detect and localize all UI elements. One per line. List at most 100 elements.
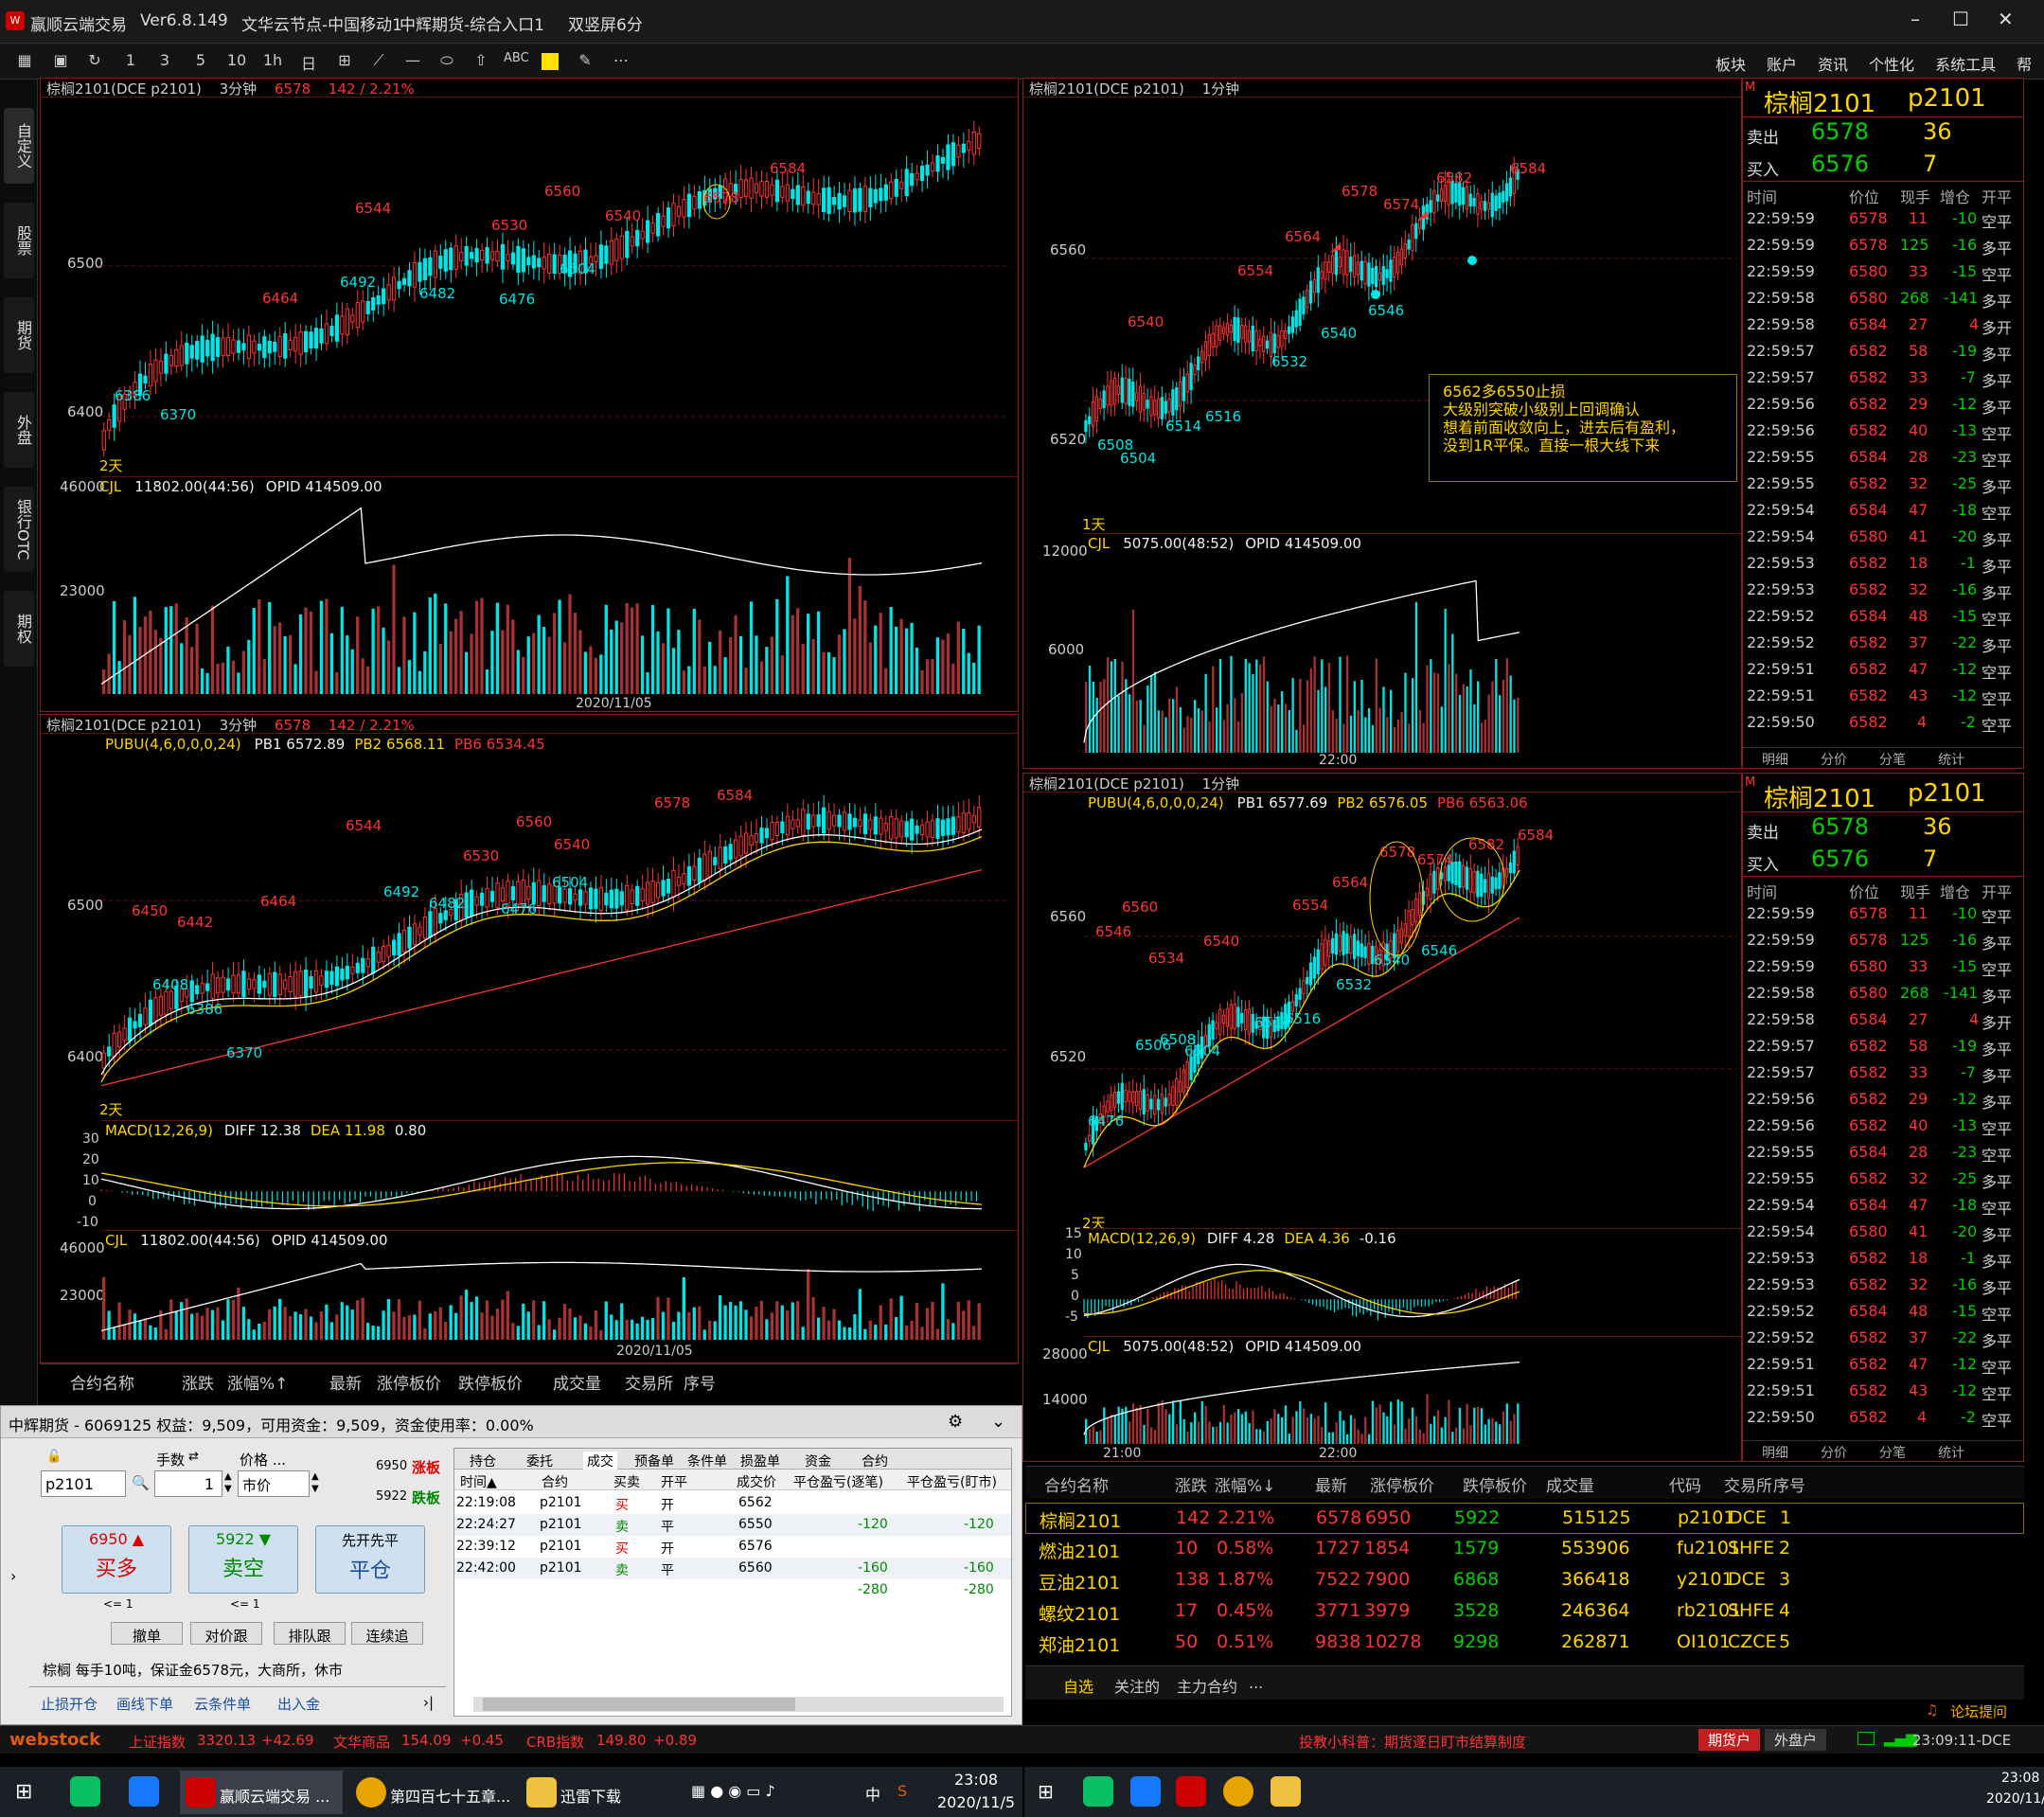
period-5-button[interactable]: 5 (189, 51, 212, 72)
index2-name[interactable]: 文华商品 (333, 1732, 390, 1752)
chart-bottom-left[interactable]: 棕榈2101(DCE p2101) 3分钟 6578 142 / 2.21% P… (40, 714, 1019, 1363)
lots-input[interactable]: 1 (154, 1470, 222, 1497)
quote-tab[interactable]: 分价 (1821, 1443, 1847, 1462)
tab-main-contracts[interactable]: 主力合约 (1177, 1674, 1237, 1697)
side-tab-stocks[interactable]: 股票 (4, 203, 34, 278)
minimize-icon[interactable]: – (1911, 8, 1920, 30)
wl-col-header[interactable]: 交易所 (1724, 1472, 1772, 1496)
watchlist-row[interactable]: 豆油2101 138 1.87% 7522 7900 6868 366418 y2101 DCE… (1025, 1565, 2024, 1596)
quote-tab[interactable]: 明细 (1762, 1443, 1788, 1462)
trade-col-header[interactable]: 时间▲ (460, 1472, 497, 1491)
transfer-link[interactable]: 出入金 (277, 1694, 320, 1714)
taskbar-app-wenhua[interactable]: 赢顺云端交易 ... (180, 1771, 343, 1814)
chart-top-left[interactable]: 棕榈2101(DCE p2101) 3分钟 6578 142 / 2.21% 6… (40, 78, 1019, 712)
trade-col-header[interactable]: 成交价 (737, 1472, 776, 1491)
trade-col-header[interactable]: 平仓盈亏(逐笔) (793, 1472, 883, 1491)
trade-col-header[interactable]: 合约 (542, 1472, 568, 1491)
taskbar-app-chrome[interactable]: 第四百七十五章... (350, 1771, 513, 1814)
expand-icon[interactable]: › (10, 1567, 16, 1585)
hline-icon[interactable]: — (401, 51, 424, 72)
trade-row[interactable]: -280 -280 (454, 1579, 1011, 1601)
trade-col-header[interactable]: 开平 (661, 1472, 687, 1491)
close-icon[interactable]: ✕ (1998, 8, 2014, 30)
maximize-icon[interactable]: ☐ (1952, 8, 1969, 30)
period-1-button[interactable]: 1 (119, 51, 142, 72)
chart-period[interactable]: 3分钟 (220, 80, 258, 98)
k-app-icon[interactable] (1130, 1776, 1161, 1807)
color-icon[interactable] (542, 53, 559, 70)
price-type-input[interactable]: 市价 (238, 1470, 310, 1497)
col-limit-up[interactable]: 涨停板价 (377, 1370, 441, 1394)
save-icon[interactable]: ▣ (49, 51, 72, 72)
col-index[interactable]: 序号 (684, 1370, 716, 1394)
eraser-icon[interactable]: ✎ (574, 51, 596, 72)
close-position-button[interactable]: 先开先平 平仓 (315, 1525, 425, 1594)
quote-tab[interactable]: 分笔 (1879, 1443, 1906, 1462)
menu-board[interactable]: 板块 (1715, 56, 1746, 74)
queue-price-button[interactable]: 排队跟 (274, 1622, 346, 1645)
wl-col-header[interactable]: 序号 (1773, 1472, 1805, 1496)
lots-mode-icon[interactable]: ⇄ (188, 1450, 199, 1464)
ellipse-icon[interactable]: ⬭ (435, 51, 458, 72)
col-limit-down[interactable]: 跌停板价 (458, 1370, 523, 1394)
sell-short-button[interactable]: 5922 ▼ 卖空 (188, 1525, 298, 1594)
chart-period[interactable]: 1分钟 (1202, 80, 1240, 98)
trade-tab[interactable]: 资金 (805, 1452, 831, 1470)
chart-top-right[interactable]: 棕榈2101(DCE p2101) 1分钟 6560 6520 1天 6540 6… (1022, 78, 1742, 769)
trade-tab[interactable]: 预备单 (634, 1452, 674, 1470)
side-tab-futures[interactable]: 期货 (4, 297, 34, 373)
chrome-icon[interactable] (1223, 1776, 1253, 1807)
continuous-chase-button[interactable]: 连续追 (351, 1622, 423, 1645)
draw-order-link[interactable]: 画线下单 (116, 1694, 173, 1714)
cancel-order-button[interactable]: 撤单 (111, 1622, 183, 1645)
tab-more[interactable]: ... (1249, 1674, 1263, 1692)
side-tab-options[interactable]: 期权 (4, 591, 34, 667)
more-icon[interactable]: ⋯ (610, 51, 632, 72)
trade-col-header[interactable]: 平仓盈亏(盯市) (907, 1472, 997, 1491)
lots-stepper[interactable]: ▲ ▼ (224, 1470, 232, 1495)
tab-favorites[interactable]: 自选 (1063, 1674, 1093, 1697)
wl-col-header[interactable]: 代码 (1669, 1472, 1701, 1496)
trade-tab[interactable]: 成交 (583, 1452, 617, 1470)
col-contract[interactable]: 合约名称 (70, 1370, 134, 1394)
k-app-icon[interactable] (129, 1776, 159, 1807)
windows-start-icon[interactable]: ⊞ (1038, 1780, 1054, 1803)
chart-bottom-right[interactable]: 棕榈2101(DCE p2101) 1分钟 PUBU(4,6,0,0,0,24)… (1022, 773, 1742, 1462)
stop-loss-link[interactable]: 止损开仓 (41, 1694, 98, 1714)
lock-icon[interactable]: 🔓 (46, 1450, 62, 1464)
wl-col-header[interactable]: 跌停板价 (1463, 1472, 1527, 1496)
forum-link[interactable]: 论坛提问 (1950, 1701, 2007, 1721)
menu-account[interactable]: 账户 (1767, 56, 1797, 74)
index3-name[interactable]: CRB指数 (526, 1732, 584, 1752)
wl-col-header[interactable]: 涨停板价 (1370, 1472, 1434, 1496)
period-3-button[interactable]: 3 (153, 51, 176, 72)
tray-icons[interactable]: ▦ ● ◉ ▭ ♪ (691, 1782, 775, 1800)
trade-tab[interactable]: 持仓 (470, 1452, 496, 1470)
taskbar-app-thunder[interactable]: 迅雷下载 (521, 1771, 663, 1814)
line-draw-icon[interactable]: ⟋ (367, 51, 390, 72)
arrow-up-icon[interactable]: ⇧ (470, 51, 492, 72)
grid-icon[interactable]: ⊞ (333, 51, 356, 72)
wl-col-header[interactable]: 涨幅%↓ (1215, 1472, 1275, 1496)
trade-tab[interactable]: 委托 (526, 1452, 553, 1470)
foreign-account-button[interactable]: 外盘户 (1765, 1729, 1827, 1751)
side-tab-foreign[interactable]: 外盘 (4, 392, 34, 468)
wl-col-header[interactable]: 涨跌 (1175, 1472, 1207, 1496)
wl-col-header[interactable]: 最新 (1315, 1472, 1347, 1496)
wechat-icon[interactable] (70, 1776, 100, 1807)
menu-personalize[interactable]: 个性化 (1869, 56, 1914, 74)
quote-tab[interactable]: 明细 (1762, 750, 1788, 769)
collapse-icon[interactable]: ⌄ (991, 1412, 1005, 1432)
period-day-button[interactable]: 日 (297, 51, 320, 73)
chart-period[interactable]: 1分钟 (1202, 775, 1240, 793)
col-change-pct[interactable]: 涨幅%↑ (227, 1370, 288, 1394)
quote-tab[interactable]: 统计 (1938, 1443, 1964, 1462)
wl-col-header[interactable]: 合约名称 (1044, 1472, 1109, 1496)
watchlist-row[interactable]: 郑油2101 50 0.51% 9838 10278 9298 262871 OI101 CZC… (1025, 1628, 2024, 1659)
layout-icon[interactable]: ▦ (13, 51, 36, 72)
wl-col-header[interactable]: 成交量 (1546, 1472, 1594, 1496)
tab-watched[interactable]: 关注的 (1114, 1674, 1160, 1697)
trade-row[interactable]: 22:42:00 p2101 卖平 6560 -160 -160 (454, 1558, 1011, 1579)
col-volume[interactable]: 成交量 (553, 1370, 601, 1394)
counter-price-button[interactable]: 对价跟 (190, 1622, 262, 1645)
